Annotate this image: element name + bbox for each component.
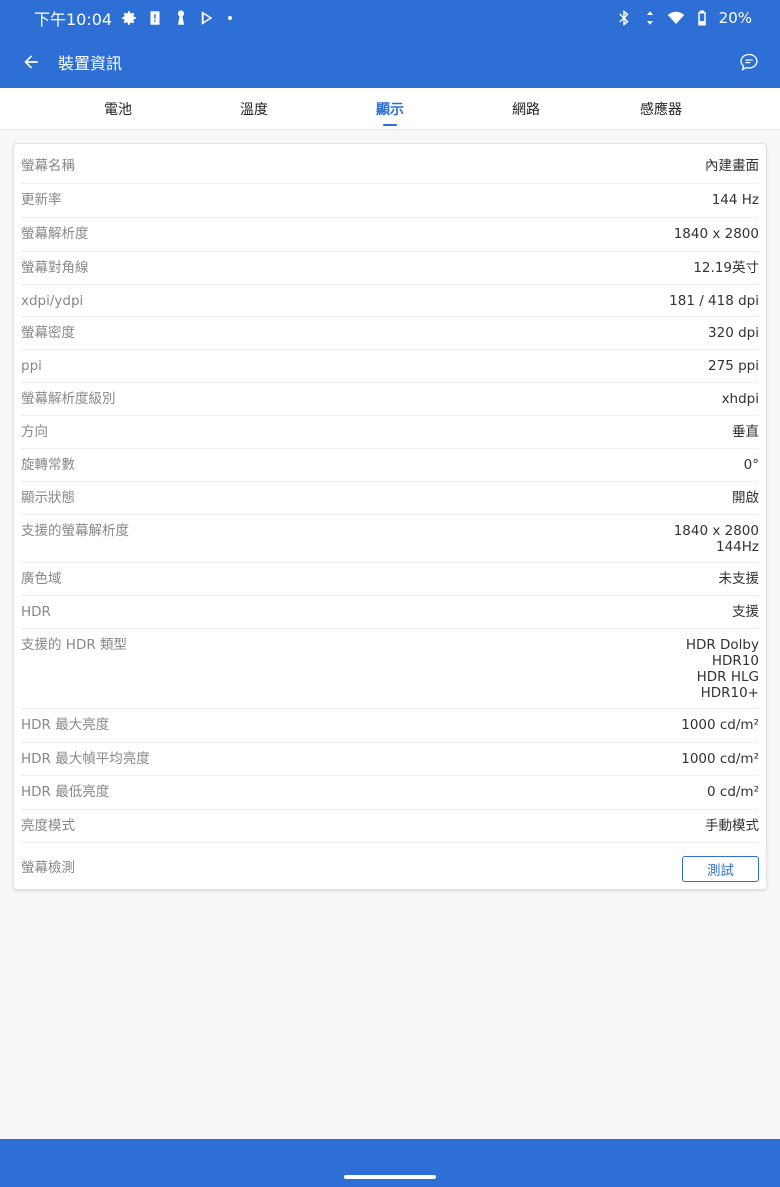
row-value: 支援	[732, 604, 759, 620]
info-row-hdr: HDR 支援	[21, 596, 759, 629]
battery-icon	[693, 9, 711, 27]
row-value: xhdpi	[721, 391, 759, 407]
notification-dot	[228, 16, 233, 20]
bluetooth-icon	[615, 9, 633, 27]
info-row-resolution: 螢幕解析度 1840 x 2800	[21, 218, 759, 252]
row-value: 開啟	[732, 490, 759, 506]
info-row-diagonal: 螢幕對角線 12.19英寸	[21, 252, 759, 285]
tab-indicator	[383, 124, 397, 126]
row-label: 螢幕解析度級別	[21, 391, 116, 407]
tab-network[interactable]: 網路	[466, 88, 586, 130]
tab-sensors[interactable]: 感應器	[601, 88, 721, 130]
info-row-xdpi-ydpi: xdpi/ydpi 181 / 418 dpi	[21, 285, 759, 317]
row-value: 內建畫面	[705, 158, 759, 174]
arrow-left-icon	[24, 55, 38, 69]
info-row-density: 螢幕密度 320 dpi	[21, 317, 759, 350]
keyhole-icon	[172, 9, 190, 27]
info-row-wide-color-gamut: 廣色域 未支援	[21, 563, 759, 596]
row-label: 方向	[21, 424, 48, 440]
row-value: 未支援	[718, 571, 760, 587]
row-label: 廣色域	[21, 571, 62, 587]
row-label: 顯示狀態	[21, 490, 75, 506]
row-label: 支援的螢幕解析度	[21, 523, 129, 539]
row-label: 螢幕解析度	[21, 226, 89, 242]
row-value: 275 ppi	[708, 358, 759, 374]
info-row-supported-resolutions: 支援的螢幕解析度 1840 x 2800 144Hz	[21, 515, 759, 563]
row-value: 0 cd/m²	[707, 784, 759, 800]
app-bar: 裝置資訊	[0, 36, 780, 88]
row-label: HDR 最大亮度	[21, 717, 110, 733]
row-label: 支援的 HDR 類型	[21, 637, 128, 653]
info-row-screen-test: 螢幕檢測 測試	[21, 843, 759, 883]
data-arrows-icon	[641, 9, 659, 27]
tab-battery[interactable]: 電池	[58, 88, 178, 130]
row-label: HDR 最大幀平均亮度	[21, 751, 150, 767]
gesture-handle[interactable]	[344, 1175, 436, 1179]
tab-temperature[interactable]: 溫度	[194, 88, 314, 130]
row-label: 螢幕密度	[21, 325, 75, 341]
row-label: 螢幕對角線	[21, 260, 89, 276]
tab-bar: 電池 溫度 顯示 網路 感應器	[0, 88, 780, 130]
tab-display[interactable]: 顯示	[330, 88, 450, 130]
navigation-bar	[0, 1139, 780, 1187]
row-label: 螢幕檢測	[21, 860, 75, 876]
row-value: HDR Dolby HDR10 HDR HLG HDR10+	[685, 637, 759, 701]
row-label: ppi	[21, 358, 42, 374]
info-row-display-state: 顯示狀態 開啟	[21, 482, 759, 515]
page-title: 裝置資訊	[58, 54, 123, 73]
row-value: 1000 cd/m²	[681, 751, 759, 767]
play-store-icon	[198, 9, 216, 27]
row-label: 螢幕名稱	[21, 158, 75, 174]
info-row-brightness-mode: 亮度模式 手動模式	[21, 810, 759, 843]
row-label: HDR 最低亮度	[21, 784, 110, 800]
row-value: 181 / 418 dpi	[669, 293, 759, 309]
info-row-hdr-min-luminance: HDR 最低亮度 0 cd/m²	[21, 776, 759, 810]
info-row-screen-name: 螢幕名稱 內建畫面	[21, 150, 759, 184]
row-label: HDR	[21, 604, 51, 620]
status-time: 下午10:04	[34, 10, 113, 29]
screen-test-button[interactable]: 測試	[682, 856, 759, 882]
info-row-ppi: ppi 275 ppi	[21, 350, 759, 383]
row-label: 亮度模式	[21, 818, 75, 834]
alert-icon	[146, 9, 164, 27]
row-value: 0°	[743, 457, 759, 473]
info-row-resolution-class: 螢幕解析度級別 xhdpi	[21, 383, 759, 416]
status-bar: 下午10:04 20%	[0, 0, 780, 36]
row-value: 1840 x 2800 144Hz	[673, 523, 759, 555]
row-label: xdpi/ydpi	[21, 293, 84, 309]
battery-percent: 20%	[718, 9, 752, 27]
info-row-refresh-rate: 更新率 144 Hz	[21, 184, 759, 218]
info-row-orientation: 方向 垂直	[21, 416, 759, 449]
wifi-icon	[667, 9, 685, 27]
status-right: 20%	[615, 9, 752, 27]
row-value: 144 Hz	[711, 192, 759, 208]
feedback-button[interactable]	[737, 50, 761, 74]
info-row-hdr-max-frame-avg: HDR 最大幀平均亮度 1000 cd/m²	[21, 743, 759, 776]
info-row-hdr-max-luminance: HDR 最大亮度 1000 cd/m²	[21, 709, 759, 743]
info-row-hdr-types: 支援的 HDR 類型 HDR Dolby HDR10 HDR HLG HDR10…	[21, 629, 759, 709]
status-left: 下午10:04	[34, 6, 233, 30]
row-label: 旋轉常數	[21, 457, 75, 473]
row-label: 更新率	[21, 192, 62, 208]
row-value: 12.19英寸	[693, 260, 759, 276]
row-value: 手動模式	[705, 818, 759, 834]
chat-bubble-icon	[740, 53, 758, 71]
info-row-rotation: 旋轉常數 0°	[21, 449, 759, 482]
row-value: 1000 cd/m²	[681, 717, 759, 733]
row-value: 320 dpi	[708, 325, 759, 341]
row-value: 垂直	[732, 424, 759, 440]
back-button[interactable]	[11, 42, 51, 82]
display-info-card: 螢幕名稱 內建畫面 更新率 144 Hz 螢幕解析度 1840 x 2800 螢…	[13, 143, 767, 890]
row-value: 1840 x 2800	[673, 226, 759, 242]
gear-icon	[120, 9, 138, 27]
